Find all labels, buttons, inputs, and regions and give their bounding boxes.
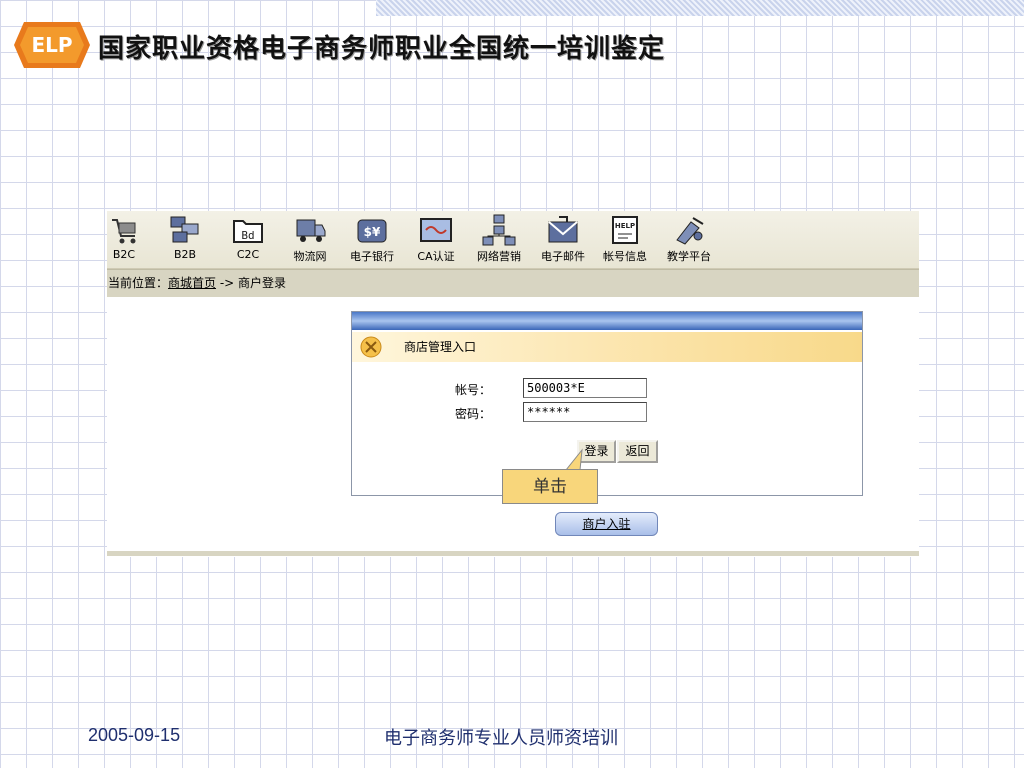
slide-title: 国家职业资格电子商务师职业全国统一培训鉴定 (98, 34, 666, 64)
toolbar-item-marketing[interactable]: 网络营销 (471, 214, 527, 266)
nav-toolbar: B2C B2B Bd C2C 物流网 $¥ 电子银行 CA认证 网络营销 电子邮… (107, 211, 919, 269)
email-icon (548, 216, 578, 243)
footer-date: 2005-09-15 (88, 725, 181, 745)
toolbar-item-ca[interactable]: CA认证 (411, 214, 461, 266)
login-panel-title: 商店管理入口 (404, 340, 477, 354)
svg-text:ELP: ELP (31, 33, 72, 57)
close-circle-icon (360, 336, 382, 358)
back-button[interactable]: 返回 (617, 440, 658, 463)
svg-text:HELP: HELP (615, 222, 635, 230)
breadcrumb-prefix: 当前位置： (108, 276, 169, 290)
shopping-cart-icon (112, 219, 136, 244)
password-input[interactable] (523, 402, 647, 422)
truck-icon (296, 219, 326, 242)
login-panel-topbar (352, 312, 862, 330)
svg-text:$¥: $¥ (364, 225, 381, 239)
password-label: 密码： (455, 407, 492, 421)
breadcrumb-separator: -> (216, 276, 239, 290)
toolbar-item-b2c[interactable]: B2C (109, 214, 139, 266)
toolbar-item-logistics[interactable]: 物流网 (289, 214, 331, 266)
help-notepad-icon: HELP (612, 216, 638, 244)
toolbar-item-teaching[interactable]: 教学平台 (661, 214, 717, 266)
toolbar-item-label: C2C (236, 248, 260, 261)
login-panel: 商店管理入口 帐号： 密码： 登录 返回 (351, 311, 863, 496)
embedded-screenshot: B2C B2B Bd C2C 物流网 $¥ 电子银行 CA认证 网络营销 电子邮… (107, 211, 919, 557)
money-bag-icon: $¥ (357, 219, 387, 243)
toolbar-item-label: B2C (112, 248, 136, 261)
toolbar-item-label: 电子银行 (350, 250, 394, 263)
svg-text:Bd: Bd (241, 229, 254, 242)
toolbar-item-ebank[interactable]: $¥ 电子银行 (345, 214, 399, 266)
toolbar-item-label: 网络营销 (477, 250, 521, 263)
footer-text: 电子商务师专业人员师资培训 (384, 728, 618, 749)
toolbar-item-label: CA认证 (417, 250, 455, 263)
toolbar-item-c2c[interactable]: Bd C2C (231, 214, 265, 266)
certificate-icon (420, 218, 452, 242)
network-icon (482, 214, 516, 246)
toolbar-item-label: 电子邮件 (541, 250, 585, 263)
toolbar-item-email[interactable]: 电子邮件 (535, 214, 591, 266)
elp-logo: ELP (14, 22, 90, 68)
toolbar-item-label: 物流网 (293, 250, 327, 263)
toolbar-item-label: B2B (173, 248, 197, 261)
toolbar-item-account-info[interactable]: HELP 帐号信息 (597, 214, 653, 266)
toolbar-item-label: 教学平台 (667, 250, 711, 263)
account-input[interactable] (523, 378, 647, 398)
account-label: 帐号： (455, 383, 492, 397)
breadcrumb: 当前位置：商城首页 -> 商户登录 (107, 269, 919, 297)
click-callout: 单击 (502, 469, 598, 504)
breadcrumb-current: 商户登录 (238, 276, 287, 290)
login-panel-header: 商店管理入口 (352, 332, 862, 362)
merchant-join-button[interactable]: 商户入驻 (555, 512, 658, 536)
bottom-rule (107, 551, 919, 556)
folder-icon: Bd (233, 220, 263, 243)
toolbar-item-b2b[interactable]: B2B (167, 214, 203, 266)
toolbar-item-label: 帐号信息 (603, 250, 647, 263)
top-decorative-strip (376, 0, 1024, 16)
teaching-icon (676, 217, 704, 245)
breadcrumb-link-home[interactable]: 商城首页 (168, 276, 216, 290)
linked-boxes-icon (170, 216, 199, 243)
